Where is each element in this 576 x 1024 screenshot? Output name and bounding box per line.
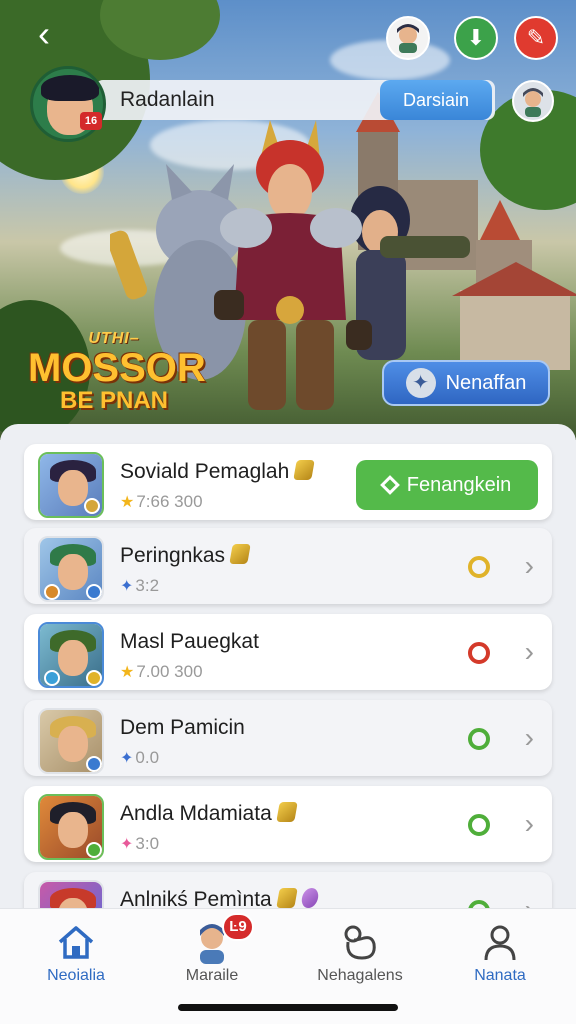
game-thumbnail	[38, 708, 104, 774]
character-avatar-button[interactable]	[386, 16, 430, 60]
game-meta: ★ 7:66 300	[120, 492, 203, 511]
game-thumbnail	[38, 622, 104, 688]
game-title: Peringnkas	[120, 544, 251, 568]
back-button[interactable]: ‹	[24, 14, 64, 54]
purple-gem-icon	[299, 888, 320, 908]
list-item[interactable]: Andla Mdamiata ✦ 3:0 ›	[24, 786, 552, 862]
download-button[interactable]: ⬇	[454, 16, 498, 60]
gold-gem-icon	[229, 544, 251, 564]
gold-gem-icon	[275, 888, 298, 908]
game-thumbnail	[38, 536, 104, 602]
edit-button[interactable]: ✎	[514, 16, 558, 60]
game-title: Andla Mdamiata	[120, 802, 298, 826]
level-badge: 16	[80, 112, 102, 130]
castle-roof	[480, 200, 520, 240]
profile-icon	[484, 925, 516, 961]
status-indicator	[468, 728, 490, 750]
hero-cta-button[interactable]: ✦ Nenaffan	[382, 360, 550, 406]
star-icon: ✦	[405, 368, 436, 398]
game-title: Dem Pamicin	[120, 716, 245, 739]
game-thumbnail	[38, 452, 104, 518]
star-icon: ★	[120, 664, 135, 681]
status-indicator	[468, 814, 490, 836]
hero-banner: UTHI– MOSSOR BE PNAN ✦ Nenaffan	[0, 0, 576, 440]
game-action-button[interactable]: Fenangkein	[356, 460, 538, 510]
tab-label: Neoialia	[47, 967, 105, 984]
tab-profile[interactable]: Nanata	[440, 919, 560, 985]
star-icon: ★	[120, 494, 135, 511]
game-meta: ✦ 3:0	[120, 834, 160, 853]
friend-avatar-icon	[523, 88, 543, 117]
edit-icon: ✎	[526, 25, 546, 50]
character-icon	[397, 24, 419, 53]
chevron-left-icon: ‹	[38, 13, 50, 54]
list-item[interactable]: Soviald Pemaglah ★ 7:66 300 Fenangkein	[24, 444, 552, 520]
house	[460, 290, 570, 370]
game-thumbnail	[38, 794, 104, 860]
chevron-right-icon: ›	[524, 722, 534, 753]
game-meta: ✦ 0.0	[120, 748, 160, 767]
chevron-right-icon: ›	[524, 636, 534, 667]
star-icon: ✦	[120, 578, 134, 595]
tab-pets[interactable]: Nehagalens	[300, 919, 420, 985]
profile-name: Radanlain	[120, 88, 215, 111]
game-title: Masl Pauegkat	[120, 630, 259, 653]
game-logo: UTHI– MOSSOR BE PNAN	[28, 330, 206, 414]
home-indicator	[178, 1004, 398, 1011]
game-logo-title: MOSSOR	[28, 346, 206, 390]
list-item[interactable]: Masl Pauegkat ★ 7.00 300 ›	[24, 614, 552, 690]
tab-characters[interactable]: Ŀ9 Maraile	[152, 913, 272, 985]
profile-action-button[interactable]: Darsiain	[380, 80, 492, 120]
game-logo-subtitle: BE PNAN	[59, 387, 168, 414]
friend-avatar[interactable]	[512, 80, 554, 122]
chevron-right-icon: ›	[524, 550, 534, 581]
notification-badge: Ŀ9	[222, 913, 254, 941]
status-indicator	[468, 642, 490, 664]
download-icon: ⬇	[466, 25, 486, 50]
home-icon	[58, 926, 94, 959]
chevron-right-icon: ›	[524, 808, 534, 839]
hero-cta-label: Nenaffan	[445, 371, 527, 394]
list-item[interactable]: Dem Pamicin ✦ 0.0 ›	[24, 700, 552, 776]
gold-gem-icon	[275, 802, 298, 822]
game-meta: ✦ 3:2	[120, 576, 160, 595]
profile-avatar[interactable]	[30, 66, 106, 142]
house-roof	[452, 262, 576, 296]
star-icon: ✦	[120, 836, 134, 853]
pet-icon	[344, 925, 376, 960]
tab-label: Nanata	[474, 967, 526, 984]
tab-home[interactable]: Neoialia	[16, 919, 136, 985]
status-indicator	[468, 556, 490, 578]
game-title: Soviald Pemaglah	[120, 460, 316, 484]
diamond-icon	[379, 475, 400, 495]
star-icon: ✦	[120, 750, 134, 767]
list-item[interactable]: Peringnkas ✦ 3:2 ›	[24, 528, 552, 604]
game-meta: ★ 7.00 300	[120, 662, 203, 681]
tab-label: Maraile	[185, 967, 239, 984]
gold-gem-icon	[293, 460, 316, 480]
tab-label: Nehagalens	[317, 967, 403, 984]
